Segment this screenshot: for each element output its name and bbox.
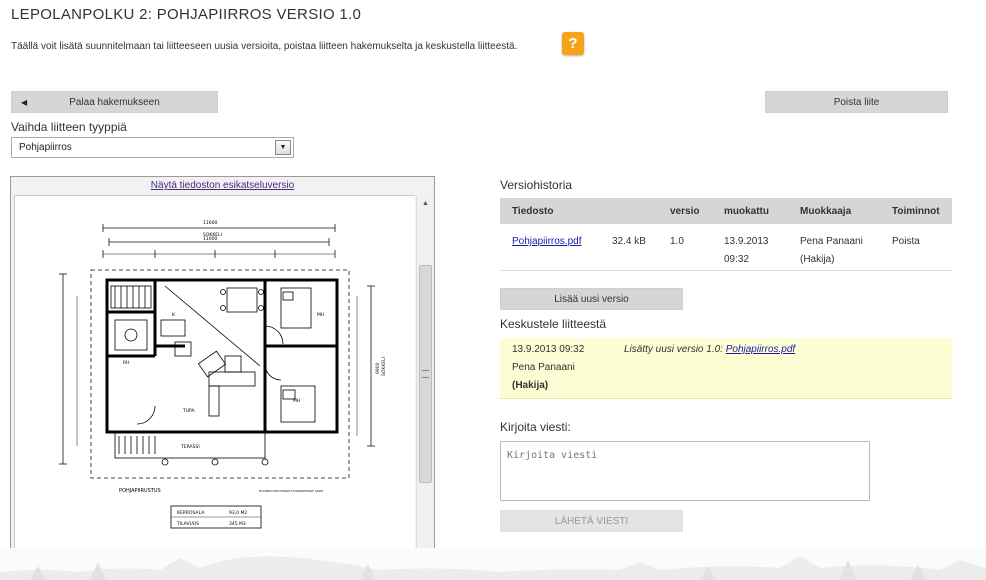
grip-icon	[422, 370, 429, 378]
drawing-note: HUOMIOI MUUTAMAT HUOMIOITAVAT ASIAT	[259, 489, 323, 493]
preview-panel: Näytä tiedoston esikatseluversio 11600 S…	[10, 176, 435, 557]
col-size	[600, 198, 658, 224]
drawing-side-label: SOKKELI	[381, 357, 387, 376]
table-row: Pohjapiirros.pdf 32.4 kB 1.0 13.9.2013 09…	[500, 224, 952, 271]
comment-date: 13.9.2013 09:32	[512, 344, 585, 355]
send-message-button[interactable]: LÄHETÄ VIESTI	[500, 510, 683, 532]
version-history-heading: Versiohistoria	[500, 178, 573, 192]
col-actions: Toiminnot	[880, 198, 952, 224]
scroll-up-icon[interactable]: ▲	[417, 195, 434, 212]
version-delete-action[interactable]: Poista	[880, 224, 952, 271]
drawing-room-mh2: MH	[293, 398, 300, 404]
version-modified-time: 09:32	[724, 254, 750, 265]
delete-attachment-button[interactable]: Poista liite	[765, 91, 948, 113]
footer-landscape	[0, 548, 986, 580]
preview-link[interactable]: Näytä tiedoston esikatseluversio	[11, 180, 434, 191]
version-editor: Pena Panaani (Hakija)	[788, 224, 880, 271]
col-modified: muokattu	[712, 198, 788, 224]
drawing-side-dim: 9900	[375, 362, 381, 374]
scroll-thumb[interactable]	[419, 265, 432, 483]
drawing-room-tupa: TUPA	[182, 408, 195, 414]
page-title: LEPOLANPOLKU 2: POHJAPIIRROS VERSIO 1.0	[11, 6, 362, 23]
drawing-pohjapiirustus: POHJAPIIRUSTUS	[119, 488, 161, 494]
version-size: 32.4 kB	[600, 224, 658, 271]
discussion-heading: Keskustele liitteestä	[500, 317, 607, 331]
drawing-kerrosala-value: 93,0 M2	[229, 510, 247, 516]
write-message-label: Kirjoita viesti:	[500, 420, 571, 434]
drawing-tilavuus: TILAVUUS	[176, 521, 199, 527]
drawing-room-rh: RH	[123, 360, 130, 366]
intro-text: Täällä voit lisätä suunnitelmaan tai lii…	[11, 41, 518, 52]
drawing-room-mh1: MH	[317, 312, 324, 318]
attachment-type-select[interactable]: Pohjapiirros ▼	[11, 137, 294, 158]
version-modified: 13.9.2013 09:32	[712, 224, 788, 271]
drawing-tilavuus-value: 345 M3	[229, 521, 246, 527]
chevron-down-icon[interactable]: ▼	[275, 140, 291, 155]
back-button-label: Palaa hakemukseen	[69, 97, 160, 108]
floor-plan-preview: 11600 SOKKELI 11000 K MH MH TUPA RH TERA…	[14, 195, 415, 557]
back-to-application-button[interactable]: ◀ Palaa hakemukseen	[11, 91, 218, 113]
floor-plan-drawing: 11600 SOKKELI 11000 K MH MH TUPA RH TERA…	[59, 220, 387, 529]
col-version: versio	[658, 198, 712, 224]
comment-message: Lisätty uusi versio 1.0: Pohjapiirros.pd…	[624, 344, 795, 355]
drawing-kerrosala: KERROSALA	[177, 510, 205, 516]
version-editor-role: (Hakija)	[800, 254, 835, 265]
version-editor-name: Pena Panaani	[800, 236, 863, 247]
comment-role: (Hakija)	[512, 380, 549, 391]
drawing-room-k: K	[172, 312, 176, 318]
comment-item: 13.9.2013 09:32 Pena Panaani (Hakija) Li…	[500, 338, 952, 399]
comment-message-text: Lisätty uusi versio 1.0:	[624, 344, 723, 355]
version-number: 1.0	[658, 224, 712, 271]
drawing-width-top: 11600	[203, 220, 217, 226]
version-history-table: Tiedosto versio muokattu Muokkaaja Toimi…	[500, 198, 952, 271]
col-file: Tiedosto	[500, 198, 600, 224]
back-arrow-icon: ◀	[21, 98, 28, 107]
drawing-terassi: TERASSI	[180, 444, 200, 450]
attachment-type-value: Pohjapiirros	[19, 142, 72, 153]
add-new-version-button[interactable]: Lisää uusi versio	[500, 288, 683, 310]
comment-file-link[interactable]: Pohjapiirros.pdf	[726, 344, 795, 355]
help-icon[interactable]: ?	[562, 32, 584, 55]
version-file-link[interactable]: Pohjapiirros.pdf	[512, 236, 581, 247]
comment-author: Pena Panaani	[512, 362, 575, 373]
message-input[interactable]	[500, 441, 870, 501]
preview-scrollbar[interactable]: ▲	[416, 195, 433, 557]
attachment-type-label: Vaihda liitteen tyyppiä	[11, 120, 127, 134]
version-modified-date: 13.9.2013	[724, 236, 769, 247]
col-editor: Muokkaaja	[788, 198, 880, 224]
table-header-row: Tiedosto versio muokattu Muokkaaja Toimi…	[500, 198, 952, 224]
drawing-width-second: 11000	[203, 236, 217, 242]
